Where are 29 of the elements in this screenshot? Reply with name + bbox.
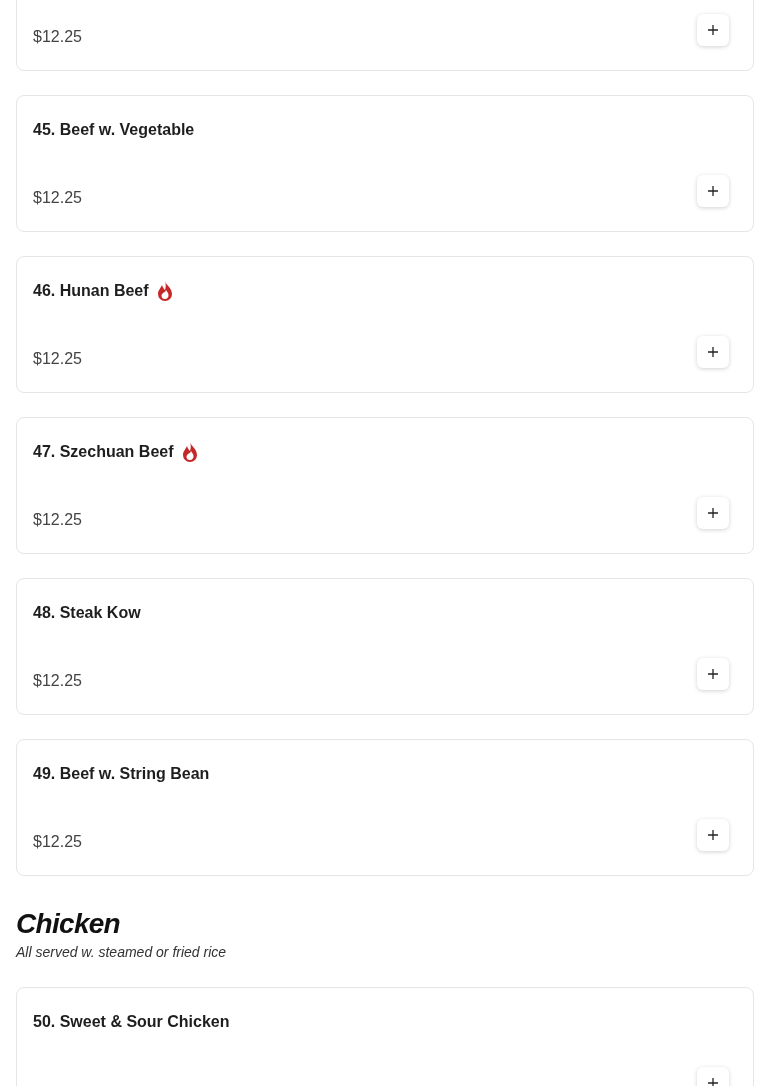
add-button[interactable] <box>697 14 729 46</box>
plus-icon <box>708 186 718 196</box>
add-button[interactable] <box>697 658 729 690</box>
flame-icon <box>156 281 173 301</box>
item-name: 49. Beef w. String Bean <box>33 764 210 784</box>
item-name: 46. Hunan Beef <box>33 281 149 301</box>
add-button[interactable] <box>697 819 729 851</box>
section-title: Chicken <box>16 907 122 941</box>
add-button[interactable] <box>697 175 729 207</box>
item-name: 47. Szechuan Beef <box>33 442 174 462</box>
item-name: 48. Steak Kow <box>33 603 141 623</box>
plus-icon <box>708 25 718 35</box>
add-button[interactable] <box>697 497 729 529</box>
plus-icon <box>708 347 718 357</box>
item-price: $12.25 <box>33 510 82 530</box>
flame-icon <box>181 442 198 462</box>
item-price: $12.25 <box>33 671 82 691</box>
item-price: $12.25 <box>33 27 82 47</box>
item-price: $12.25 <box>33 349 82 369</box>
item-name: 45. Beef w. Vegetable <box>33 120 195 140</box>
plus-icon <box>708 1078 718 1086</box>
item-name: 50. Sweet & Sour Chicken <box>33 1012 230 1032</box>
plus-icon <box>708 830 718 840</box>
plus-icon <box>708 508 718 518</box>
section-subtitle: All served w. steamed or fried rice <box>16 943 228 962</box>
plus-icon <box>708 669 718 679</box>
item-price: $12.25 <box>33 188 82 208</box>
item-price: $12.25 <box>33 832 82 852</box>
add-button[interactable] <box>697 336 729 368</box>
